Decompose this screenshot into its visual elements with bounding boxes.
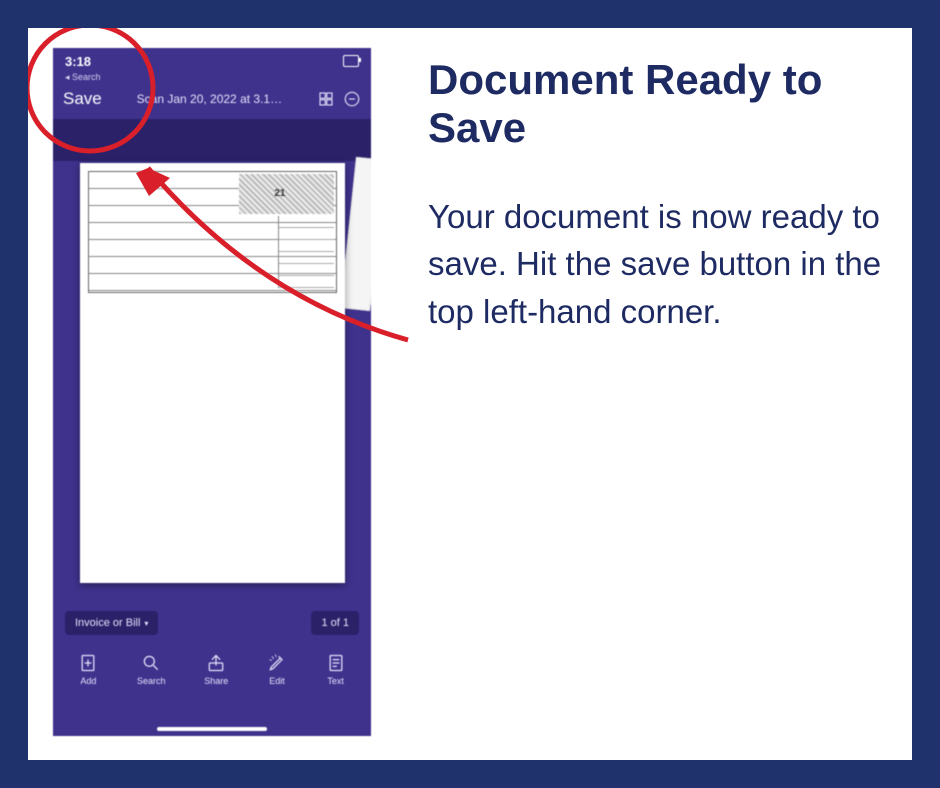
category-chip[interactable]: Invoice or Bill ▾ (65, 611, 158, 635)
status-indicators (335, 54, 359, 69)
instruction-title: Document Ready to Save (428, 56, 888, 153)
home-indicator (157, 727, 267, 731)
toolbar-search[interactable]: Search (137, 653, 166, 686)
search-icon (141, 653, 161, 673)
add-page-icon (78, 653, 98, 673)
chip-row: Invoice or Bill ▾ 1 of 1 (53, 601, 371, 645)
app-header: Save Scan Jan 20, 2022 at 3.1… (53, 83, 371, 119)
toolbar-add[interactable]: Add (78, 653, 98, 686)
edit-icon (267, 653, 287, 673)
battery-icon (343, 55, 359, 67)
scan-area: 21 (53, 161, 371, 601)
back-hint: ◂ Search (53, 72, 371, 83)
scanned-page[interactable]: 21 (80, 163, 345, 583)
bottom-toolbar: Add Search Share Edit Text (53, 645, 371, 690)
tax-form-graphic: 21 (88, 171, 337, 293)
toolbar-share[interactable]: Share (204, 653, 228, 686)
chevron-down-icon: ▾ (144, 619, 148, 628)
text-icon (326, 653, 346, 673)
share-icon (206, 653, 226, 673)
scan-title: Scan Jan 20, 2022 at 3.1… (110, 92, 309, 106)
page-counter-chip[interactable]: 1 of 1 (311, 611, 359, 635)
crop-icon[interactable] (317, 90, 335, 108)
status-bar: 3:18 (53, 48, 371, 74)
instruction-panel: Document Ready to Save Your document is … (428, 56, 888, 336)
category-label: Invoice or Bill (75, 617, 140, 629)
instruction-body: Your document is now ready to save. Hit … (428, 193, 888, 337)
status-time: 3:18 (65, 54, 91, 69)
header-band (53, 119, 371, 161)
form-year: 21 (274, 188, 285, 199)
toolbar-edit[interactable]: Edit (267, 653, 287, 686)
toolbar-text[interactable]: Text (326, 653, 346, 686)
save-button[interactable]: Save (63, 89, 102, 109)
more-icon[interactable] (343, 90, 361, 108)
second-page-edge (340, 157, 371, 311)
phone-screenshot: 3:18 ◂ Search Save Scan Jan 20, 2022 at … (53, 48, 371, 736)
